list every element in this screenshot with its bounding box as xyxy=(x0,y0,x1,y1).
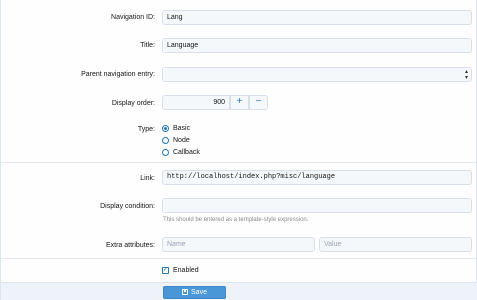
divider xyxy=(1,258,477,259)
radio-icon xyxy=(162,137,169,144)
parent-select[interactable]: ▴ ▾ xyxy=(162,67,472,82)
save-disk-icon xyxy=(182,289,189,295)
attribute-name-input[interactable]: Name xyxy=(162,237,315,252)
save-button[interactable]: Save xyxy=(163,286,226,299)
extra-attributes-label: Extra attributes: xyxy=(105,242,155,249)
checkmark-icon[interactable]: ✓ xyxy=(162,267,169,274)
navigation-id-input[interactable]: Lang xyxy=(162,10,472,25)
type-option-label: Node xyxy=(173,137,190,144)
navigation-id-label: Navigation ID: xyxy=(111,14,155,21)
navigation-edit-form: Navigation ID: Lang Title: Language Pare… xyxy=(0,0,477,300)
increment-button[interactable]: + xyxy=(230,95,249,110)
select-arrows-icon: ▴ ▾ xyxy=(464,69,468,81)
display-condition-input[interactable] xyxy=(162,198,472,213)
parent-label: Parent navigation entry: xyxy=(81,71,155,78)
divider xyxy=(1,162,477,163)
type-label: Type: xyxy=(137,126,155,133)
display-condition-label: Display condition: xyxy=(100,203,155,210)
title-input[interactable]: Language xyxy=(162,38,472,53)
type-option-label: Callback xyxy=(173,149,200,156)
enabled-label: Enabled xyxy=(173,267,199,274)
save-button-label: Save xyxy=(191,289,207,296)
link-label: Link: xyxy=(140,175,155,182)
decrement-button[interactable]: − xyxy=(249,95,268,110)
link-input[interactable]: http://localhost/index.php?misc/language xyxy=(162,170,472,185)
radio-selected-icon xyxy=(162,125,169,132)
display-condition-hint: This should be entered as a template-sty… xyxy=(163,217,309,223)
type-option-label: Basic xyxy=(173,125,191,132)
attribute-value-input[interactable]: Value xyxy=(319,237,472,252)
display-order-label: Display order: xyxy=(111,100,155,107)
radio-icon xyxy=(162,149,169,156)
title-label: Title: xyxy=(140,42,155,49)
display-order-input[interactable]: 900 xyxy=(162,95,230,110)
form-footer: Save xyxy=(1,282,477,300)
